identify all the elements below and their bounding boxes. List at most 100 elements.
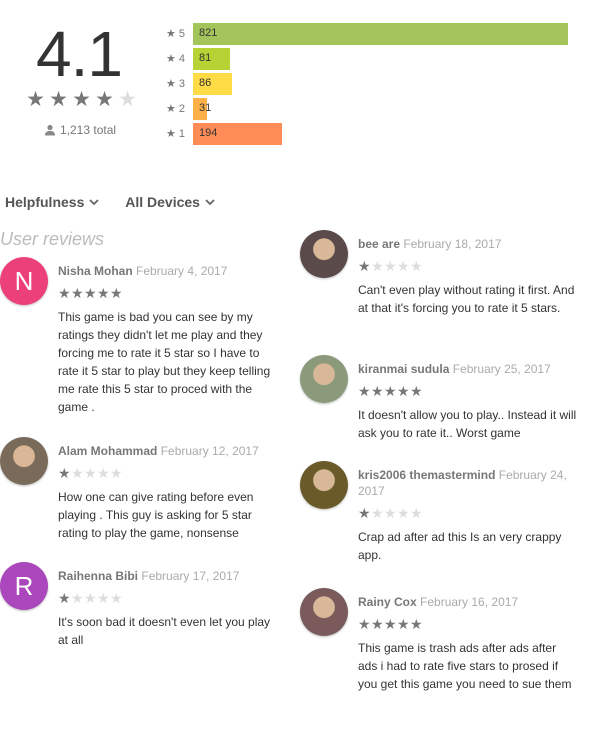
star-icon: ★ bbox=[110, 285, 123, 301]
star-icon: ★ bbox=[397, 505, 410, 521]
star-icon: ★ bbox=[71, 590, 84, 606]
review-rating: ★★★★★ bbox=[358, 616, 578, 632]
star-icon: ★ bbox=[84, 465, 97, 481]
star-icon: ★ bbox=[384, 383, 397, 399]
star-icon: ★ bbox=[84, 590, 97, 606]
review-item: kiranmai sudula February 25, 2017 ★★★★★ It… bbox=[300, 355, 578, 442]
avatar[interactable] bbox=[300, 588, 348, 636]
star-icon: ★ bbox=[118, 88, 137, 111]
review-header: kiranmai sudula February 25, 2017 bbox=[358, 361, 578, 377]
chevron-down-icon bbox=[89, 199, 99, 206]
review-text: Crap ad after ad this Is an very crappy … bbox=[358, 530, 562, 562]
average-score: 4.1 bbox=[36, 18, 123, 90]
star-icon: ★ bbox=[58, 590, 71, 606]
avatar[interactable] bbox=[300, 461, 348, 509]
review-header: Alam Mohammad February 12, 2017 bbox=[58, 443, 278, 459]
histogram-bar: 194 bbox=[193, 123, 282, 145]
average-stars: ★ ★ ★ ★ ★ bbox=[24, 88, 139, 112]
star-icon: ★ bbox=[71, 465, 84, 481]
avatar[interactable]: R bbox=[0, 562, 48, 610]
total-ratings-text: 1,213 total bbox=[60, 123, 117, 137]
avatar[interactable]: N bbox=[0, 257, 48, 305]
review-text: Can't even play without rating it first.… bbox=[358, 283, 575, 315]
review-author[interactable]: kris2006 themastermind bbox=[358, 468, 495, 482]
star-icon: ★ bbox=[72, 88, 91, 111]
star-icon: ★ bbox=[358, 616, 371, 632]
histogram-bar: 31 bbox=[193, 98, 211, 120]
star-icon: ★ bbox=[49, 88, 68, 111]
review-text: It's soon bad it doesn't even let you pl… bbox=[58, 615, 271, 647]
person-icon bbox=[45, 124, 55, 136]
star-icon: ★ bbox=[410, 383, 423, 399]
review-item: Rainy Cox February 16, 2017 ★★★★★ This gam… bbox=[300, 588, 578, 693]
star-icon: ★ bbox=[410, 505, 423, 521]
review-item: kris2006 themastermind February 24, 2017… bbox=[300, 461, 578, 564]
reviews-heading: User reviews bbox=[0, 229, 105, 249]
review-item: bee are February 18, 2017 ★★★★★ Can't even… bbox=[300, 230, 578, 317]
review-text: How one can give rating before even play… bbox=[58, 490, 254, 540]
histogram-star-level: 3 bbox=[178, 78, 185, 90]
review-date: February 25, 2017 bbox=[452, 362, 551, 376]
star-icon: ★ bbox=[97, 465, 110, 481]
star-icon: ★ bbox=[410, 616, 423, 632]
star-icon: ★ bbox=[166, 128, 176, 140]
star-icon: ★ bbox=[166, 103, 176, 115]
sort-dropdown[interactable]: Helpfulness bbox=[5, 194, 99, 210]
star-icon: ★ bbox=[397, 616, 410, 632]
star-icon: ★ bbox=[95, 88, 114, 111]
star-icon: ★ bbox=[384, 505, 397, 521]
histogram-star-level: 2 bbox=[178, 103, 185, 115]
devices-dropdown-label: All Devices bbox=[125, 194, 200, 210]
review-rating: ★★★★★ bbox=[358, 258, 578, 274]
review-header: Raihenna Bibi February 17, 2017 bbox=[58, 568, 278, 584]
review-date: February 16, 2017 bbox=[420, 595, 519, 609]
histogram-star-level: 4 bbox=[178, 53, 185, 65]
star-icon: ★ bbox=[166, 78, 176, 90]
sort-dropdown-label: Helpfulness bbox=[5, 194, 85, 210]
review-rating: ★★★★★ bbox=[358, 505, 578, 521]
review-author[interactable]: Raihenna Bibi bbox=[58, 569, 138, 583]
histogram-star-level: 1 bbox=[178, 128, 185, 140]
star-icon: ★ bbox=[110, 465, 123, 481]
star-icon: ★ bbox=[110, 590, 123, 606]
star-icon: ★ bbox=[97, 590, 110, 606]
star-icon: ★ bbox=[397, 383, 410, 399]
histogram-count: 821 bbox=[199, 27, 218, 39]
review-item: N Nisha Mohan February 4, 2017 ★★★★★ This g… bbox=[0, 257, 278, 416]
star-icon: ★ bbox=[58, 285, 71, 301]
star-icon: ★ bbox=[371, 383, 384, 399]
avatar[interactable] bbox=[300, 355, 348, 403]
review-author[interactable]: Alam Mohammad bbox=[58, 444, 157, 458]
review-author[interactable]: Nisha Mohan bbox=[58, 264, 133, 278]
star-icon: ★ bbox=[410, 258, 423, 274]
star-icon: ★ bbox=[384, 616, 397, 632]
star-icon: ★ bbox=[371, 616, 384, 632]
review-author[interactable]: kiranmai sudula bbox=[358, 362, 449, 376]
star-icon: ★ bbox=[371, 505, 384, 521]
review-filters: Helpfulness All Devices bbox=[5, 194, 237, 210]
review-rating: ★★★★★ bbox=[58, 285, 278, 301]
histogram-count: 81 bbox=[199, 52, 212, 64]
review-date: February 17, 2017 bbox=[141, 569, 240, 583]
histogram-row-label: ★ 1 bbox=[166, 127, 192, 140]
histogram-row-label: ★ 4 bbox=[166, 52, 192, 65]
devices-dropdown[interactable]: All Devices bbox=[125, 194, 215, 210]
histogram-row-label: ★ 2 bbox=[166, 102, 192, 115]
review-rating: ★★★★★ bbox=[58, 465, 278, 481]
histogram-count: 194 bbox=[199, 127, 218, 139]
review-author[interactable]: bee are bbox=[358, 237, 400, 251]
review-header: Rainy Cox February 16, 2017 bbox=[358, 594, 578, 610]
review-text: It doesn't allow you to play.. Instead i… bbox=[358, 408, 577, 440]
star-icon: ★ bbox=[358, 383, 371, 399]
histogram-bar: 821 bbox=[193, 23, 568, 45]
histogram-row-label: ★ 3 bbox=[166, 77, 192, 90]
avatar[interactable] bbox=[300, 230, 348, 278]
histogram-row-label: ★ 5 bbox=[166, 27, 192, 40]
star-icon: ★ bbox=[371, 258, 384, 274]
star-icon: ★ bbox=[166, 28, 176, 40]
rating-summary: 4.1 ★ ★ ★ ★ ★ 1,213 total ★ 5 821 ★ 4 81 ★ 3 86 ★ 2 31 ★… bbox=[0, 0, 605, 160]
review-author[interactable]: Rainy Cox bbox=[358, 595, 417, 609]
avatar[interactable] bbox=[0, 437, 48, 485]
review-date: February 18, 2017 bbox=[403, 237, 502, 251]
review-header: Nisha Mohan February 4, 2017 bbox=[58, 263, 278, 279]
